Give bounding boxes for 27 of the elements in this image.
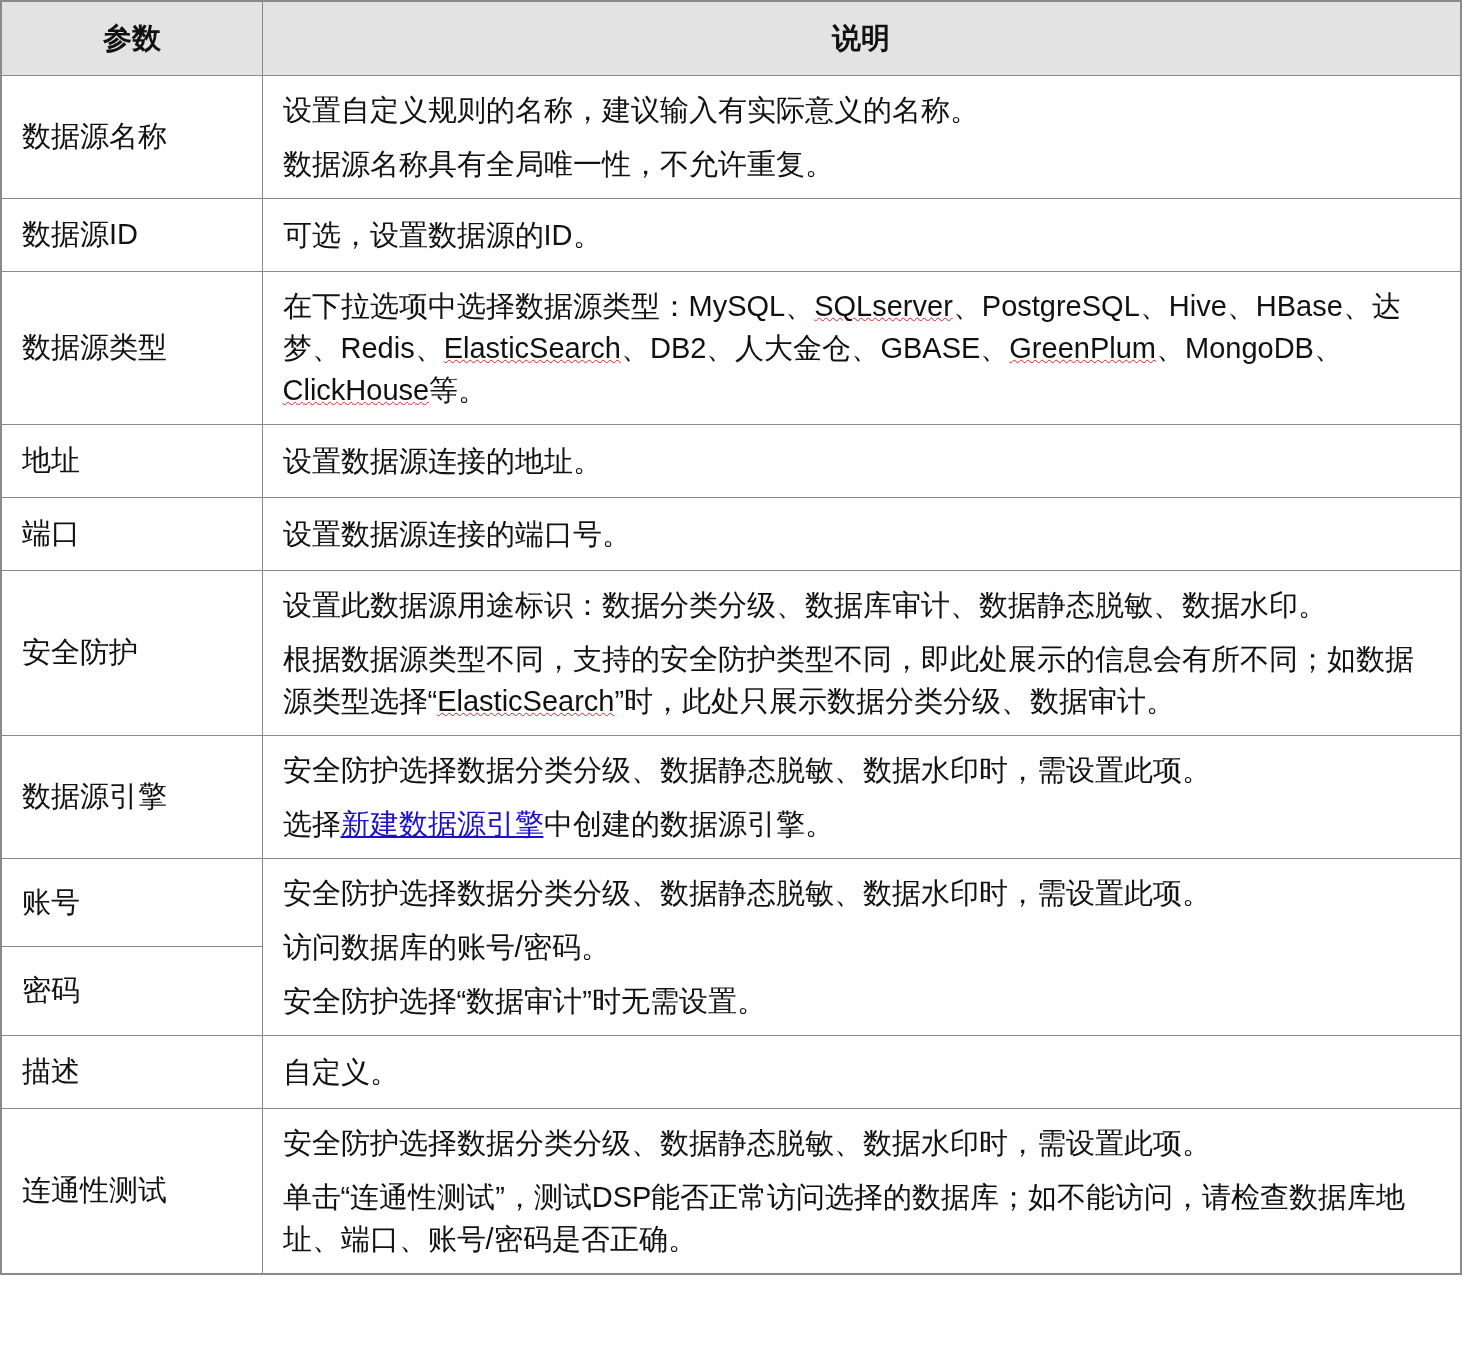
description-text: 根据数据源类型不同，支持的安全防护类型不同，即此处展示的信息会有所不同；如数据源类型选择“ElasticSearch”时，此处只展示数据分类分级、数据审计。 (282, 641, 1415, 719)
link[interactable]: 新建数据源引擎 (340, 807, 544, 840)
description-text: 设置此数据源用途标识：数据分类分级、数据库审计、数据静态脱敏、数据水印。 (282, 587, 1328, 623)
column-header: 参数 (1, 1, 262, 75)
description-text: 数据源名称具有全局唯一性，不允许重复。 (282, 146, 835, 182)
description-text: 设置数据源连接的端口号。 (282, 516, 632, 552)
description-text: 访问数据库的账号/密码。 (282, 929, 611, 965)
description-text: 选择新建数据源引擎中创建的数据源引擎。 (282, 806, 835, 842)
description-text: 单击“连通性测试”，测试DSP能否正常访问选择的数据库；如不能访问，请检查数据库地址、端口、账号/密码是否正确。 (282, 1179, 1407, 1257)
table-cell: 安全防护 (1, 570, 262, 735)
description-text: 安全防护选择数据分类分级、数据静态脱敏、数据水印时，需设置此项。 (282, 875, 1212, 911)
description-text: 安全防护选择数据分类分级、数据静态脱敏、数据水印时，需设置此项。 (282, 752, 1212, 788)
table-cell: 数据源引擎 (1, 735, 262, 858)
table-cell: 数据源名称 (1, 75, 262, 198)
table-cell: 账号 (1, 858, 262, 947)
description-text: 在下拉选项中选择数据源类型：MySQL、SQLserver、PostgreSQL、Hive、HBase、达梦、Redis、ElasticSearch、DB2、人大金仓、GBASE、GreenPlum、MongoDB、 ClickHouse等。 (282, 288, 1402, 408)
table-cell: 数据源ID (1, 198, 262, 271)
table-cell: 地址 (1, 424, 262, 497)
description-text: 安全防护选择数据分类分级、数据静态脱敏、数据水印时，需设置此项。 (282, 1125, 1212, 1161)
table-cell: 端口 (1, 497, 262, 570)
table-cell: 数据源类型 (1, 271, 262, 424)
table-cell: 描述 (1, 1035, 262, 1108)
description-text: 可选，设置数据源的ID。 (282, 217, 603, 253)
description-text: 自定义。 (282, 1054, 400, 1090)
description-text: 安全防护选择“数据审计”时无需设置。 (282, 983, 767, 1019)
description-text: 设置自定义规则的名称，建议输入有实际意义的名称。 (282, 92, 980, 128)
description-text: 设置数据源连接的地址。 (282, 443, 603, 479)
